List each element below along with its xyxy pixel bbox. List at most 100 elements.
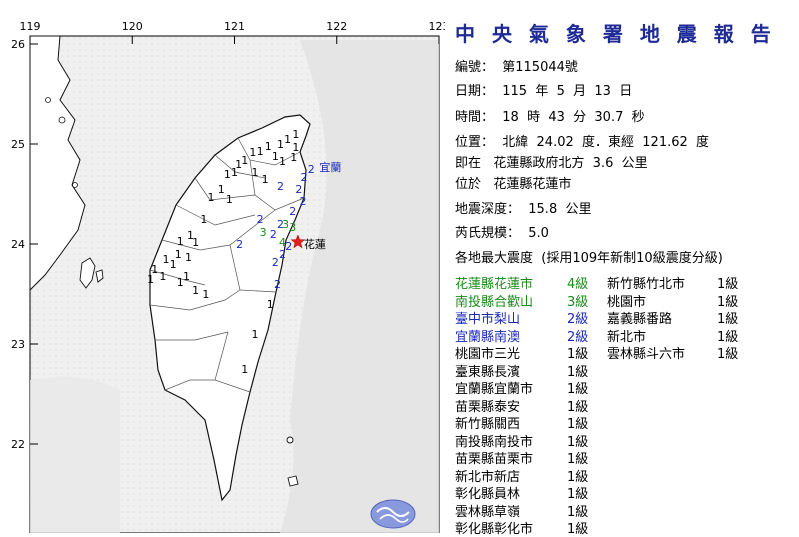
intensity-label: 1 [177, 276, 184, 289]
lon-tick-label: 121 [224, 20, 245, 33]
earthquake-report: 中 央 氣 象 署 地 震 報 告 編號： 第115044號 日期： 115 年… [445, 0, 799, 537]
intensity-place: 花蓮縣花蓮市 [455, 277, 534, 292]
intensity-level: 1級 [567, 382, 589, 397]
intensity-label: 1 [231, 166, 238, 179]
intensity-label: 1 [257, 145, 264, 158]
intensity-label: 1 [262, 173, 269, 186]
intensity-place: 雲林縣草嶺 [455, 504, 521, 520]
lat-tick-label: 23 [11, 338, 25, 351]
intensity-label: 1 [183, 270, 190, 283]
intensity-level: 1級 [567, 434, 589, 450]
intensity-level: 1級 [717, 329, 739, 345]
report-title: 中 央 氣 象 署 地 震 報 告 [455, 22, 776, 46]
report-relative-location: 即在 花蓮縣政府北方 3.6 公里 [455, 156, 648, 171]
lat-tick-label: 26 [11, 38, 25, 51]
intensity-place: 新北市新店 [455, 469, 521, 485]
intensity-label: 2 [272, 256, 279, 269]
intensity-label: 1 [202, 288, 209, 301]
intensity-level: 3級 [567, 294, 589, 310]
intensity-label: 1 [272, 150, 279, 163]
lat-tick-label: 25 [11, 138, 25, 151]
intensity-label: 1 [200, 213, 207, 226]
report-depth: 地震深度： 15.8 公里 [455, 202, 592, 217]
report-date: 日期： 115 年 5 月 13 日 [455, 84, 633, 99]
intensity-place: 新竹縣關西 [455, 417, 521, 432]
yilan-label: 宜蘭 [319, 160, 341, 174]
intensity-label: 1 [224, 168, 231, 181]
intensity-level: 1級 [717, 312, 739, 327]
intensity-level: 1級 [567, 469, 589, 485]
intensity-place: 彰化縣彰化市 [455, 522, 534, 537]
intensity-label: 1 [292, 128, 299, 141]
intensity-label: 1 [162, 253, 169, 266]
report-intensity-heading: 各地最大震度 (採用109年新制10級震度分級) [455, 251, 723, 266]
intensity-label: 1 [290, 151, 297, 164]
lon-tick-label: 120 [122, 20, 143, 33]
intensity-level: 1級 [567, 364, 589, 380]
epicenter-city-label: 花蓮 [304, 237, 326, 251]
intensity-place: 雲林縣斗六市 [607, 347, 686, 362]
lat-tick-label: 22 [11, 438, 25, 451]
intensity-place: 臺東縣長濱 [455, 364, 521, 380]
intensity-label: 2 [279, 248, 286, 261]
intensity-label: 1 [284, 133, 291, 146]
intensity-place: 臺中市梨山 [455, 312, 521, 327]
intensity-level: 1級 [567, 452, 589, 467]
intensity-label: 1 [185, 251, 192, 264]
intensity-label: 1 [251, 328, 258, 341]
intensity-label: 2 [236, 238, 243, 251]
report-number: 編號： 第115044號 [455, 60, 578, 75]
intensity-label: 2 [270, 228, 277, 241]
intensity-label: 1 [192, 236, 199, 249]
island [72, 182, 78, 188]
intensity-label: 2 [274, 278, 281, 291]
island [58, 116, 66, 124]
report-time: 時間： 18 時 43 分 30.7 秒 [455, 110, 645, 125]
intensity-label: 2 [257, 213, 264, 226]
intensity-place: 彰化縣員林 [455, 487, 521, 502]
intensity-level: 1級 [567, 347, 589, 362]
intensity-label: 3 [289, 221, 296, 234]
intensity-label: 1 [159, 270, 166, 283]
intensity-label: 1 [192, 284, 199, 297]
report-location: 位置： 北緯 24.02 度．東經 121.62 度 [455, 135, 710, 150]
lon-tick-label: 123 [429, 20, 446, 33]
intensity-label: 1 [207, 191, 214, 204]
intensity-level: 1級 [567, 504, 589, 520]
intensity-label: 1 [265, 140, 272, 153]
green-island [286, 436, 294, 444]
intensity-level: 2級 [567, 329, 589, 345]
report-magnitude: 芮氏規模： 5.0 [455, 226, 549, 241]
intensity-label: 1 [147, 273, 154, 286]
lon-tick-label: 119 [20, 20, 41, 33]
intensity-label: 1 [226, 193, 233, 206]
intensity-label: 1 [241, 363, 248, 376]
intensity-level: 1級 [567, 399, 589, 415]
intensity-label: 2 [277, 180, 284, 193]
intensity-level: 1級 [567, 522, 589, 537]
island [45, 97, 51, 103]
intensity-label: 3 [260, 226, 267, 239]
intensity-place: 桃園市三光 [455, 347, 521, 362]
intensity-level: 1級 [717, 347, 739, 362]
orchid-island [287, 475, 299, 487]
intensity-label: 2 [308, 163, 315, 176]
seafloor-shading-west [30, 376, 120, 533]
lat-tick-label: 24 [11, 238, 25, 251]
intensity-level: 1級 [717, 277, 739, 292]
intensity-label: 2 [289, 205, 296, 218]
intensity-place: 新竹縣竹北市 [607, 277, 686, 292]
intensity-place: 新北市 [607, 329, 647, 345]
intensity-label: 1 [267, 298, 274, 311]
intensity-level: 4級 [567, 277, 589, 292]
intensity-label: 2 [300, 195, 307, 208]
cwa-logo [370, 499, 416, 529]
intensity-place: 桃園市 [607, 294, 647, 310]
intensity-label: 1 [218, 183, 225, 196]
intensity-label: 1 [251, 166, 258, 179]
intensity-level: 2級 [567, 312, 589, 327]
intensity-level: 1級 [567, 487, 589, 502]
map-canvas: 1191201211221232625242322 11111111111111… [11, 20, 450, 534]
intensity-label: 1 [170, 258, 177, 271]
intensity-label: 2 [285, 240, 292, 253]
